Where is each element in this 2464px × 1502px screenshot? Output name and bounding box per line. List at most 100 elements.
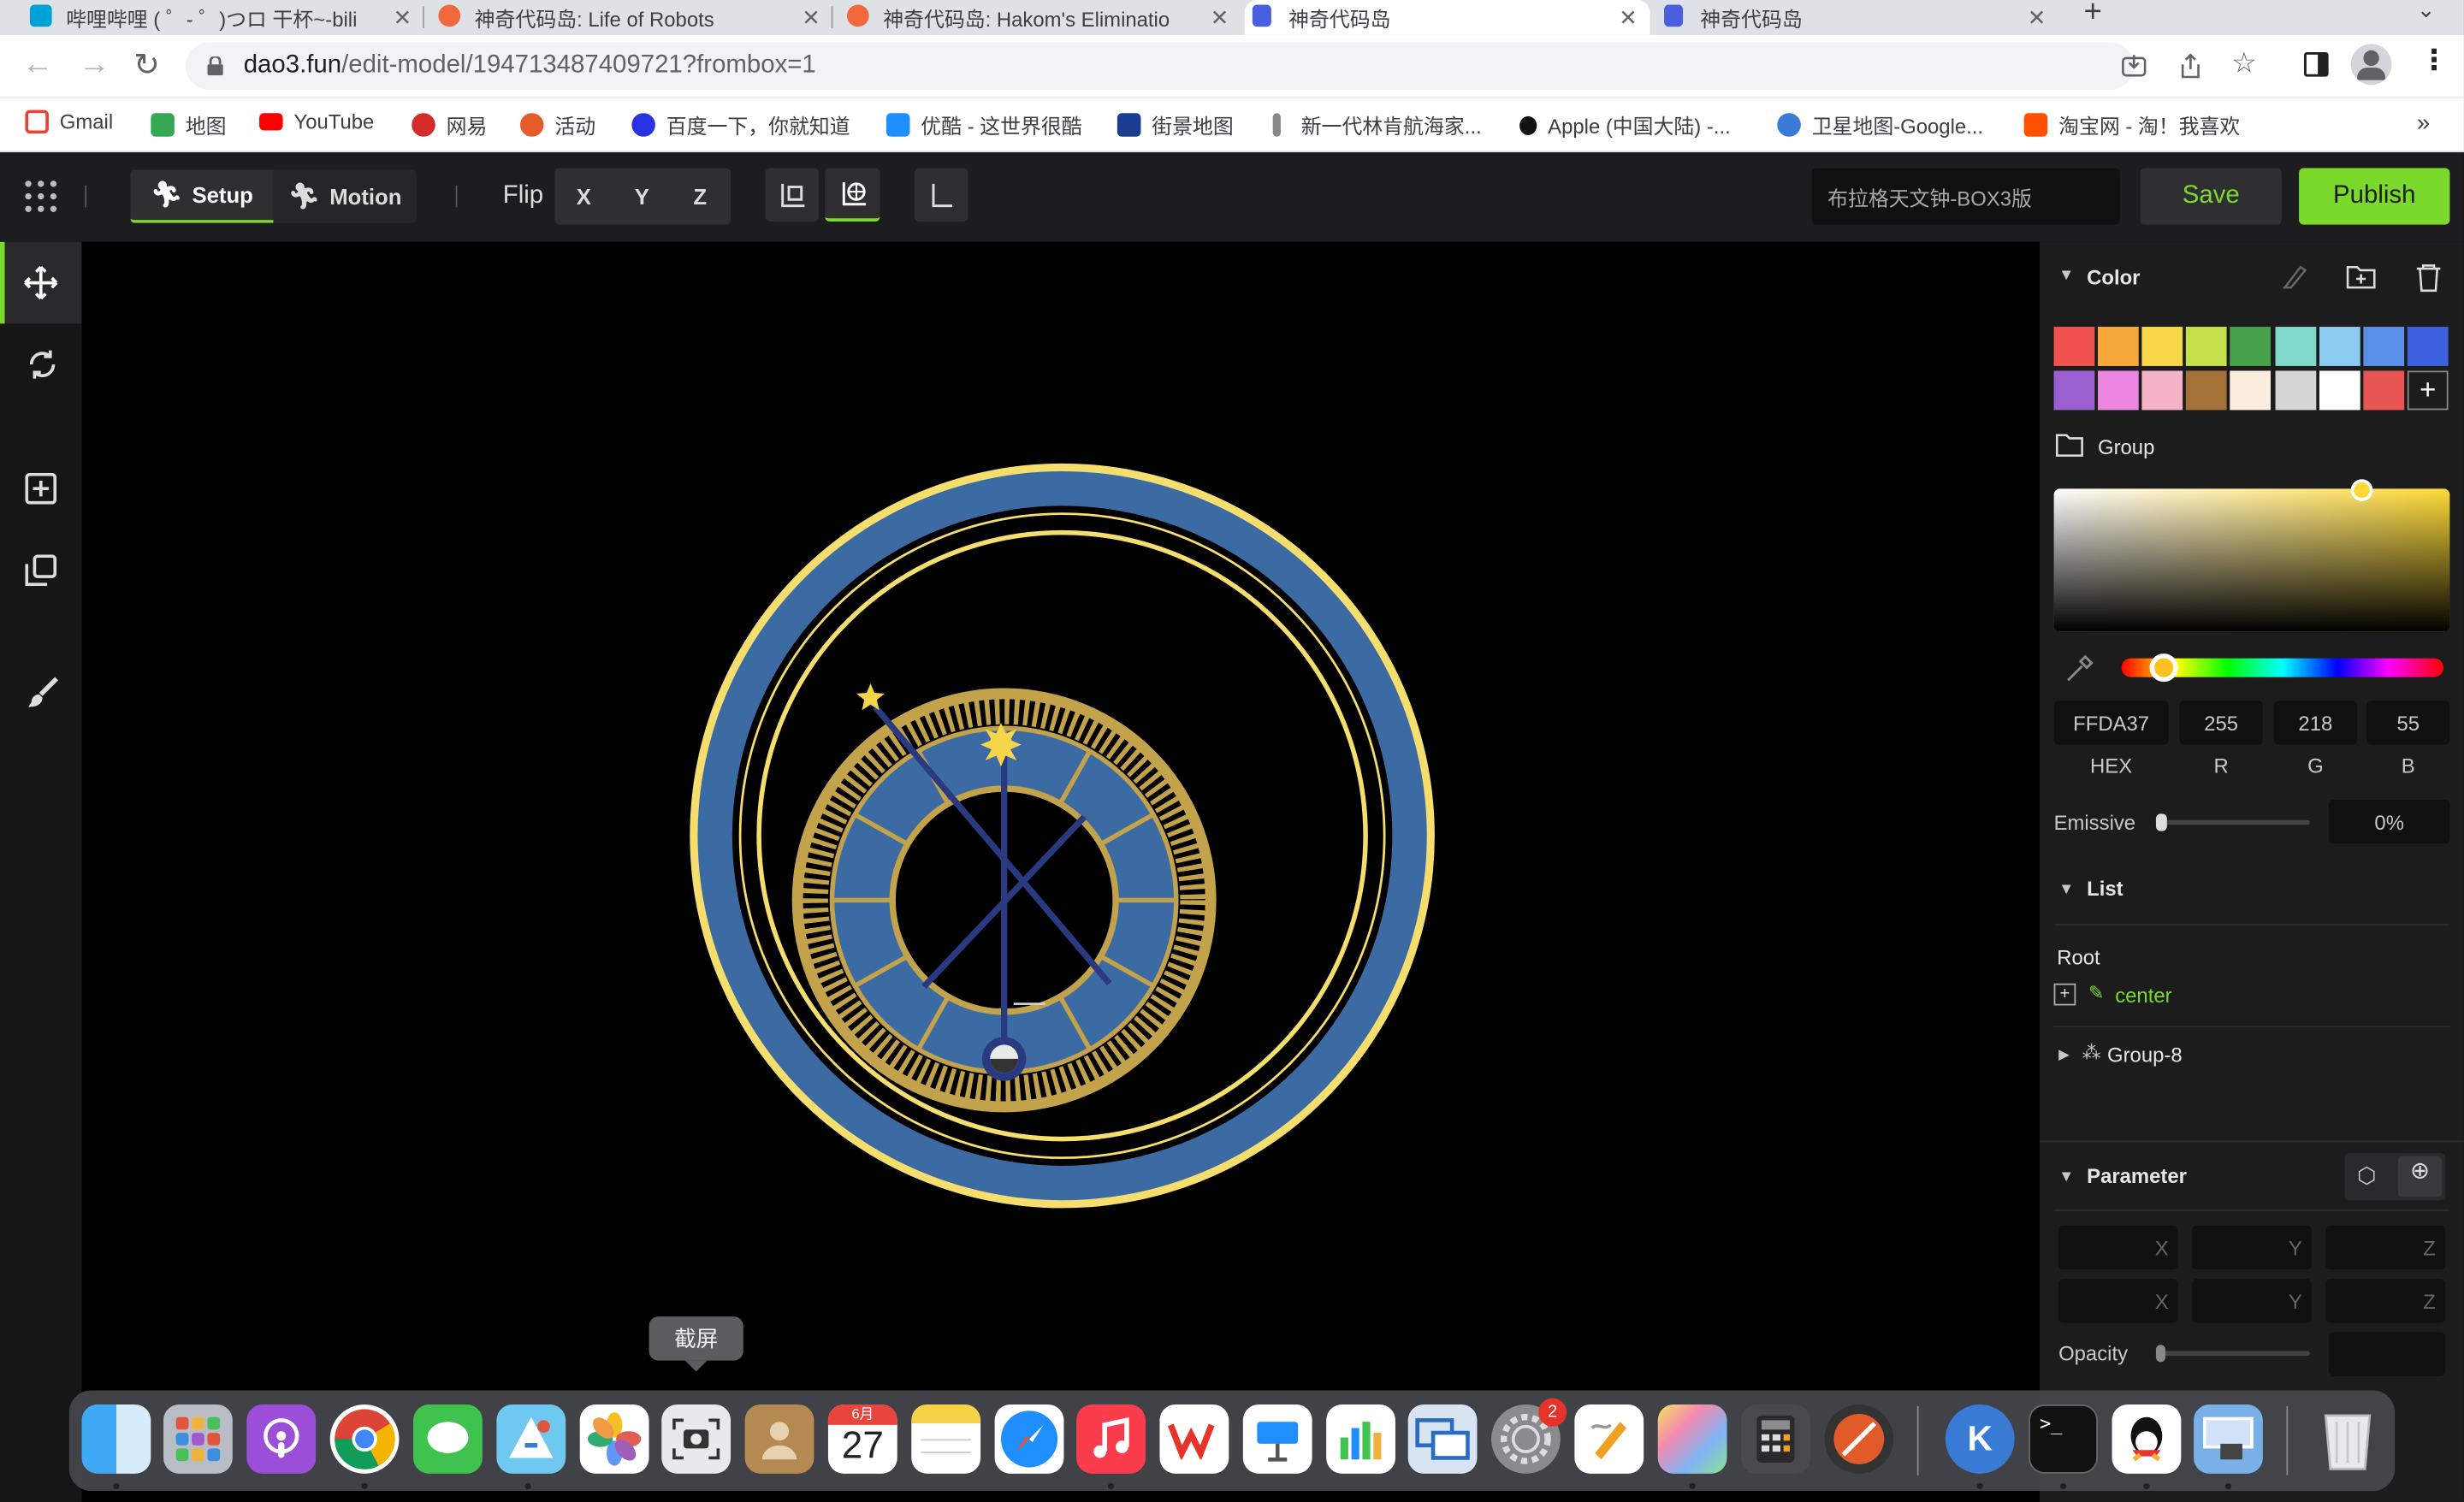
color-swatch[interactable] xyxy=(2319,370,2360,411)
world-space-button[interactable] xyxy=(825,168,880,222)
pages-icon[interactable] xyxy=(1574,1404,1644,1474)
setup-mode-button[interactable]: 🏃︎ Setup xyxy=(130,169,274,223)
color-swatch[interactable] xyxy=(2275,370,2317,411)
tree-item-group-8[interactable]: Group-8 xyxy=(2107,1044,2183,1067)
close-icon[interactable]: ✕ xyxy=(1211,5,1229,32)
close-icon[interactable]: ✕ xyxy=(802,5,820,32)
emissive-handle[interactable] xyxy=(2155,813,2167,831)
music-icon[interactable] xyxy=(1076,1404,1146,1474)
sidepanel-icon[interactable] xyxy=(2303,51,2329,77)
color-swatch[interactable] xyxy=(2053,370,2095,411)
bookmark-youtube[interactable]: YouTube xyxy=(259,110,374,133)
bookmark-activity[interactable]: 活动 xyxy=(519,110,595,140)
photos-icon[interactable] xyxy=(579,1404,649,1474)
add-swatch-button[interactable]: + xyxy=(2407,370,2449,411)
flip-y-button[interactable]: Y xyxy=(613,169,671,225)
instruments-icon[interactable] xyxy=(1824,1404,1894,1474)
chrome-icon[interactable] xyxy=(329,1404,400,1474)
color-swatch[interactable] xyxy=(2363,370,2405,411)
color-swatch[interactable] xyxy=(2097,370,2139,411)
color-swatch[interactable] xyxy=(2141,370,2183,411)
reload-icon[interactable]: ↻ xyxy=(133,45,160,85)
clock-model-view[interactable] xyxy=(82,242,2040,1502)
terminal-icon[interactable]: >_ xyxy=(2029,1404,2098,1474)
expand-arrow-icon[interactable]: ▶ xyxy=(2058,1046,2070,1063)
color-swatch[interactable] xyxy=(2319,327,2360,366)
back-icon[interactable]: ← xyxy=(22,47,54,83)
ground-snap-button[interactable] xyxy=(914,168,968,222)
contacts-icon[interactable] xyxy=(744,1404,814,1474)
bookmark-taobao[interactable]: 淘宝网 - 淘！我喜欢 xyxy=(2023,110,2240,140)
b-input[interactable]: 55 xyxy=(2366,701,2450,745)
preview-icon[interactable] xyxy=(2194,1404,2263,1474)
color-swatch[interactable] xyxy=(2363,327,2405,366)
apps-grid-icon[interactable] xyxy=(24,179,58,213)
hex-input[interactable]: FFDA37 xyxy=(2053,701,2169,745)
eyedropper-icon[interactable] xyxy=(2064,653,2095,685)
hue-slider[interactable] xyxy=(2121,653,2444,683)
calculator-icon[interactable] xyxy=(1741,1404,1810,1474)
r-input[interactable]: 255 xyxy=(2179,701,2263,745)
tree-root-label[interactable]: Root xyxy=(2057,946,2100,970)
browser-tab[interactable]: 神奇代码岛 ✕ xyxy=(1656,0,2058,34)
saturation-picker[interactable] xyxy=(2053,479,2450,632)
qq-icon[interactable] xyxy=(2112,1404,2182,1474)
eraser-icon[interactable] xyxy=(2278,263,2307,291)
close-icon[interactable]: ✕ xyxy=(394,5,412,32)
color-swatch[interactable] xyxy=(2053,327,2095,366)
publish-button[interactable]: Publish xyxy=(2299,168,2450,225)
collapse-arrow-icon[interactable]: ▼ xyxy=(2058,881,2074,898)
local-space-button[interactable] xyxy=(765,168,819,222)
browser-tab[interactable]: 神奇代码岛: Life of Robots ✕ xyxy=(430,0,833,34)
opacity-slider[interactable] xyxy=(2155,1345,2310,1363)
opacity-handle[interactable] xyxy=(2155,1345,2165,1363)
bookmark-lincoln[interactable]: 新一代林肯航海家... xyxy=(1272,110,1482,140)
share-icon[interactable] xyxy=(2180,53,2202,79)
trash-bin-icon[interactable] xyxy=(2313,1404,2383,1474)
viewport-canvas[interactable] xyxy=(81,241,2040,1502)
folder-add-icon[interactable] xyxy=(2346,263,2376,289)
hue-handle[interactable] xyxy=(2149,653,2178,683)
forward-icon[interactable]: → xyxy=(79,47,110,83)
flip-z-button[interactable]: Z xyxy=(671,169,729,225)
maps-icon[interactable] xyxy=(496,1404,566,1474)
calendar-icon[interactable]: 6月 27 xyxy=(827,1404,897,1474)
move-tool-button[interactable] xyxy=(0,241,82,324)
bookmark-baidu[interactable]: 百度一下，你就知道 xyxy=(631,110,850,140)
rotation-y-input[interactable]: Y xyxy=(2192,1279,2312,1323)
bookmark-youku[interactable]: 优酷 - 这世界很酷 xyxy=(886,110,1082,140)
position-x-input[interactable]: X xyxy=(2058,1225,2178,1270)
bookmark-streetview[interactable]: 街景地图 xyxy=(1116,110,1234,140)
rotation-z-input[interactable]: Z xyxy=(2325,1279,2445,1323)
kuaizip-icon[interactable]: K xyxy=(1945,1404,2015,1474)
collapse-arrow-icon[interactable]: ▼ xyxy=(2058,1169,2074,1186)
avatar[interactable] xyxy=(2350,44,2392,86)
color-swatch[interactable] xyxy=(2407,327,2449,366)
chevron-down-icon[interactable]: ⌄ xyxy=(2417,0,2436,24)
save-button[interactable]: Save xyxy=(2140,168,2282,225)
cube-icon[interactable]: ⬡ xyxy=(2357,1162,2376,1189)
flip-x-button[interactable]: X xyxy=(554,169,613,225)
model-name-field[interactable]: 布拉格天文钟-BOX3版 xyxy=(1811,168,2120,225)
podcasts-icon[interactable] xyxy=(246,1404,317,1474)
address-bar[interactable]: dao3.fun/edit-model/194713487409721?from… xyxy=(185,42,2257,90)
color-swatch[interactable] xyxy=(2185,370,2227,411)
screenshot-icon[interactable] xyxy=(661,1404,732,1474)
color-swatch[interactable] xyxy=(2141,327,2183,366)
close-icon[interactable]: ✕ xyxy=(1619,5,1638,32)
safari-icon[interactable] xyxy=(994,1404,1064,1474)
close-icon[interactable]: ✕ xyxy=(2028,5,2046,32)
paint-brush-icon[interactable] xyxy=(25,676,59,710)
screen-sharing-icon[interactable] xyxy=(1407,1404,1478,1474)
rotation-x-input[interactable]: X xyxy=(2058,1279,2178,1323)
color-swatch[interactable] xyxy=(2275,327,2317,366)
notes-icon[interactable] xyxy=(911,1404,981,1474)
bookmark-netease[interactable]: 网易 xyxy=(412,110,487,140)
duplicate-icon[interactable] xyxy=(25,554,57,587)
saturation-handle[interactable] xyxy=(2350,479,2373,501)
browser-tab[interactable]: 神奇代码岛: Hakom's Eliminatio ✕ xyxy=(839,0,1241,34)
opacity-input[interactable] xyxy=(2328,1332,2445,1376)
keynote-icon[interactable] xyxy=(1242,1404,1312,1474)
color-swatch[interactable] xyxy=(2230,327,2272,366)
wps-icon[interactable] xyxy=(1159,1404,1229,1474)
